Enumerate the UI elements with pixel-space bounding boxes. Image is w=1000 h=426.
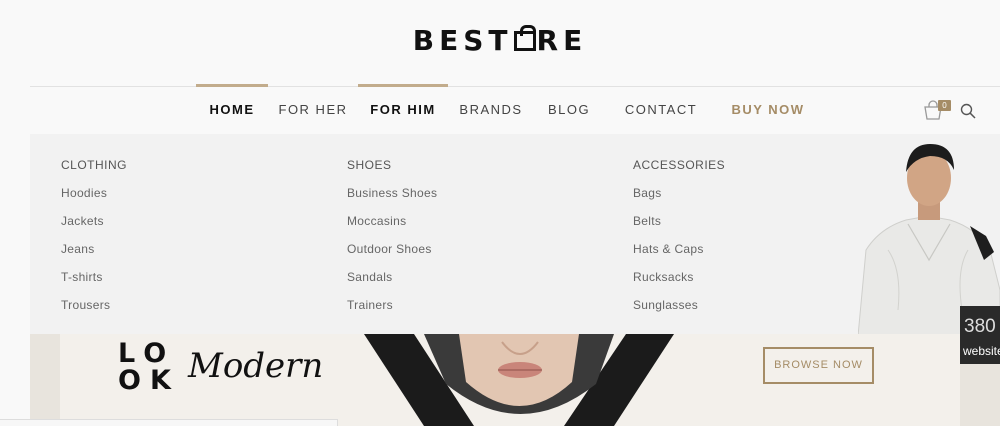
menu-item-t-shirts[interactable]: T-shirts bbox=[61, 270, 127, 298]
brand-logo[interactable]: BEST RE bbox=[0, 24, 1000, 57]
menu-item-business-shoes[interactable]: Business Shoes bbox=[347, 186, 437, 214]
nav-item-for-her[interactable]: FOR HER bbox=[278, 84, 348, 134]
search-icon[interactable] bbox=[960, 103, 976, 119]
logo-text-right: RE bbox=[536, 24, 588, 57]
nav-item-blog[interactable]: BLOG bbox=[544, 84, 594, 134]
menu-item-sunglasses[interactable]: Sunglasses bbox=[633, 298, 725, 326]
menu-column-heading: SHOES bbox=[347, 158, 392, 172]
shopping-bag-icon bbox=[513, 25, 536, 51]
menu-item-trousers[interactable]: Trousers bbox=[61, 298, 127, 326]
browse-now-button[interactable]: BROWSE NOW bbox=[763, 347, 874, 384]
look-line-2: OK bbox=[118, 365, 180, 396]
side-tag-label: website bbox=[963, 344, 1000, 358]
menu-item-bags[interactable]: Bags bbox=[633, 186, 725, 214]
nav-item-contact-us[interactable]: CONTACT US bbox=[612, 84, 710, 169]
cart-count-badge: 0 bbox=[938, 100, 951, 111]
logo-text-left: BEST bbox=[412, 24, 513, 57]
menu-column-shoes: SHOES Business Shoes Moccasins Outdoor S… bbox=[347, 158, 437, 326]
nav-item-brands[interactable]: BRANDS bbox=[458, 84, 524, 134]
browser-status-bar bbox=[0, 419, 338, 426]
nav-item-home[interactable]: HOME bbox=[196, 84, 268, 134]
menu-item-trainers[interactable]: Trainers bbox=[347, 298, 437, 326]
menu-item-jeans[interactable]: Jeans bbox=[61, 242, 127, 270]
menu-item-hoodies[interactable]: Hoodies bbox=[61, 186, 127, 214]
menu-item-moccasins[interactable]: Moccasins bbox=[347, 214, 437, 242]
side-widget-tag[interactable]: 380 website bbox=[960, 306, 1000, 364]
side-tag-number: 380 bbox=[964, 316, 996, 337]
hero-model-face-image bbox=[364, 334, 674, 426]
menu-item-hats-caps[interactable]: Hats & Caps bbox=[633, 242, 725, 270]
menu-item-jackets[interactable]: Jackets bbox=[61, 214, 127, 242]
menu-column-heading: ACCESSORIES bbox=[633, 158, 726, 172]
main-nav: HOME FOR HER FOR HIM BRANDS BLOG CONTACT… bbox=[0, 84, 1000, 169]
menu-column-accessories: ACCESSORIES Bags Belts Hats & Caps Rucks… bbox=[633, 158, 725, 326]
menu-column-clothing: CLOTHING Hoodies Jackets Jeans T-shirts … bbox=[61, 158, 127, 326]
menu-item-sandals[interactable]: Sandals bbox=[347, 270, 437, 298]
hero-modern-text: Modern bbox=[188, 346, 324, 386]
menu-column-heading: CLOTHING bbox=[61, 158, 128, 172]
menu-item-rucksacks[interactable]: Rucksacks bbox=[633, 270, 725, 298]
mega-menu: CLOTHING Hoodies Jackets Jeans T-shirts … bbox=[30, 134, 1000, 334]
menu-item-outdoor-shoes[interactable]: Outdoor Shoes bbox=[347, 242, 437, 270]
look-line-1: LO bbox=[118, 338, 176, 369]
nav-item-for-him[interactable]: FOR HIM bbox=[358, 84, 448, 134]
menu-item-belts[interactable]: Belts bbox=[633, 214, 725, 242]
hero-look-wordmark: LO OK bbox=[118, 340, 178, 394]
nav-item-buy-now[interactable]: BUY NOW bbox=[728, 84, 808, 134]
